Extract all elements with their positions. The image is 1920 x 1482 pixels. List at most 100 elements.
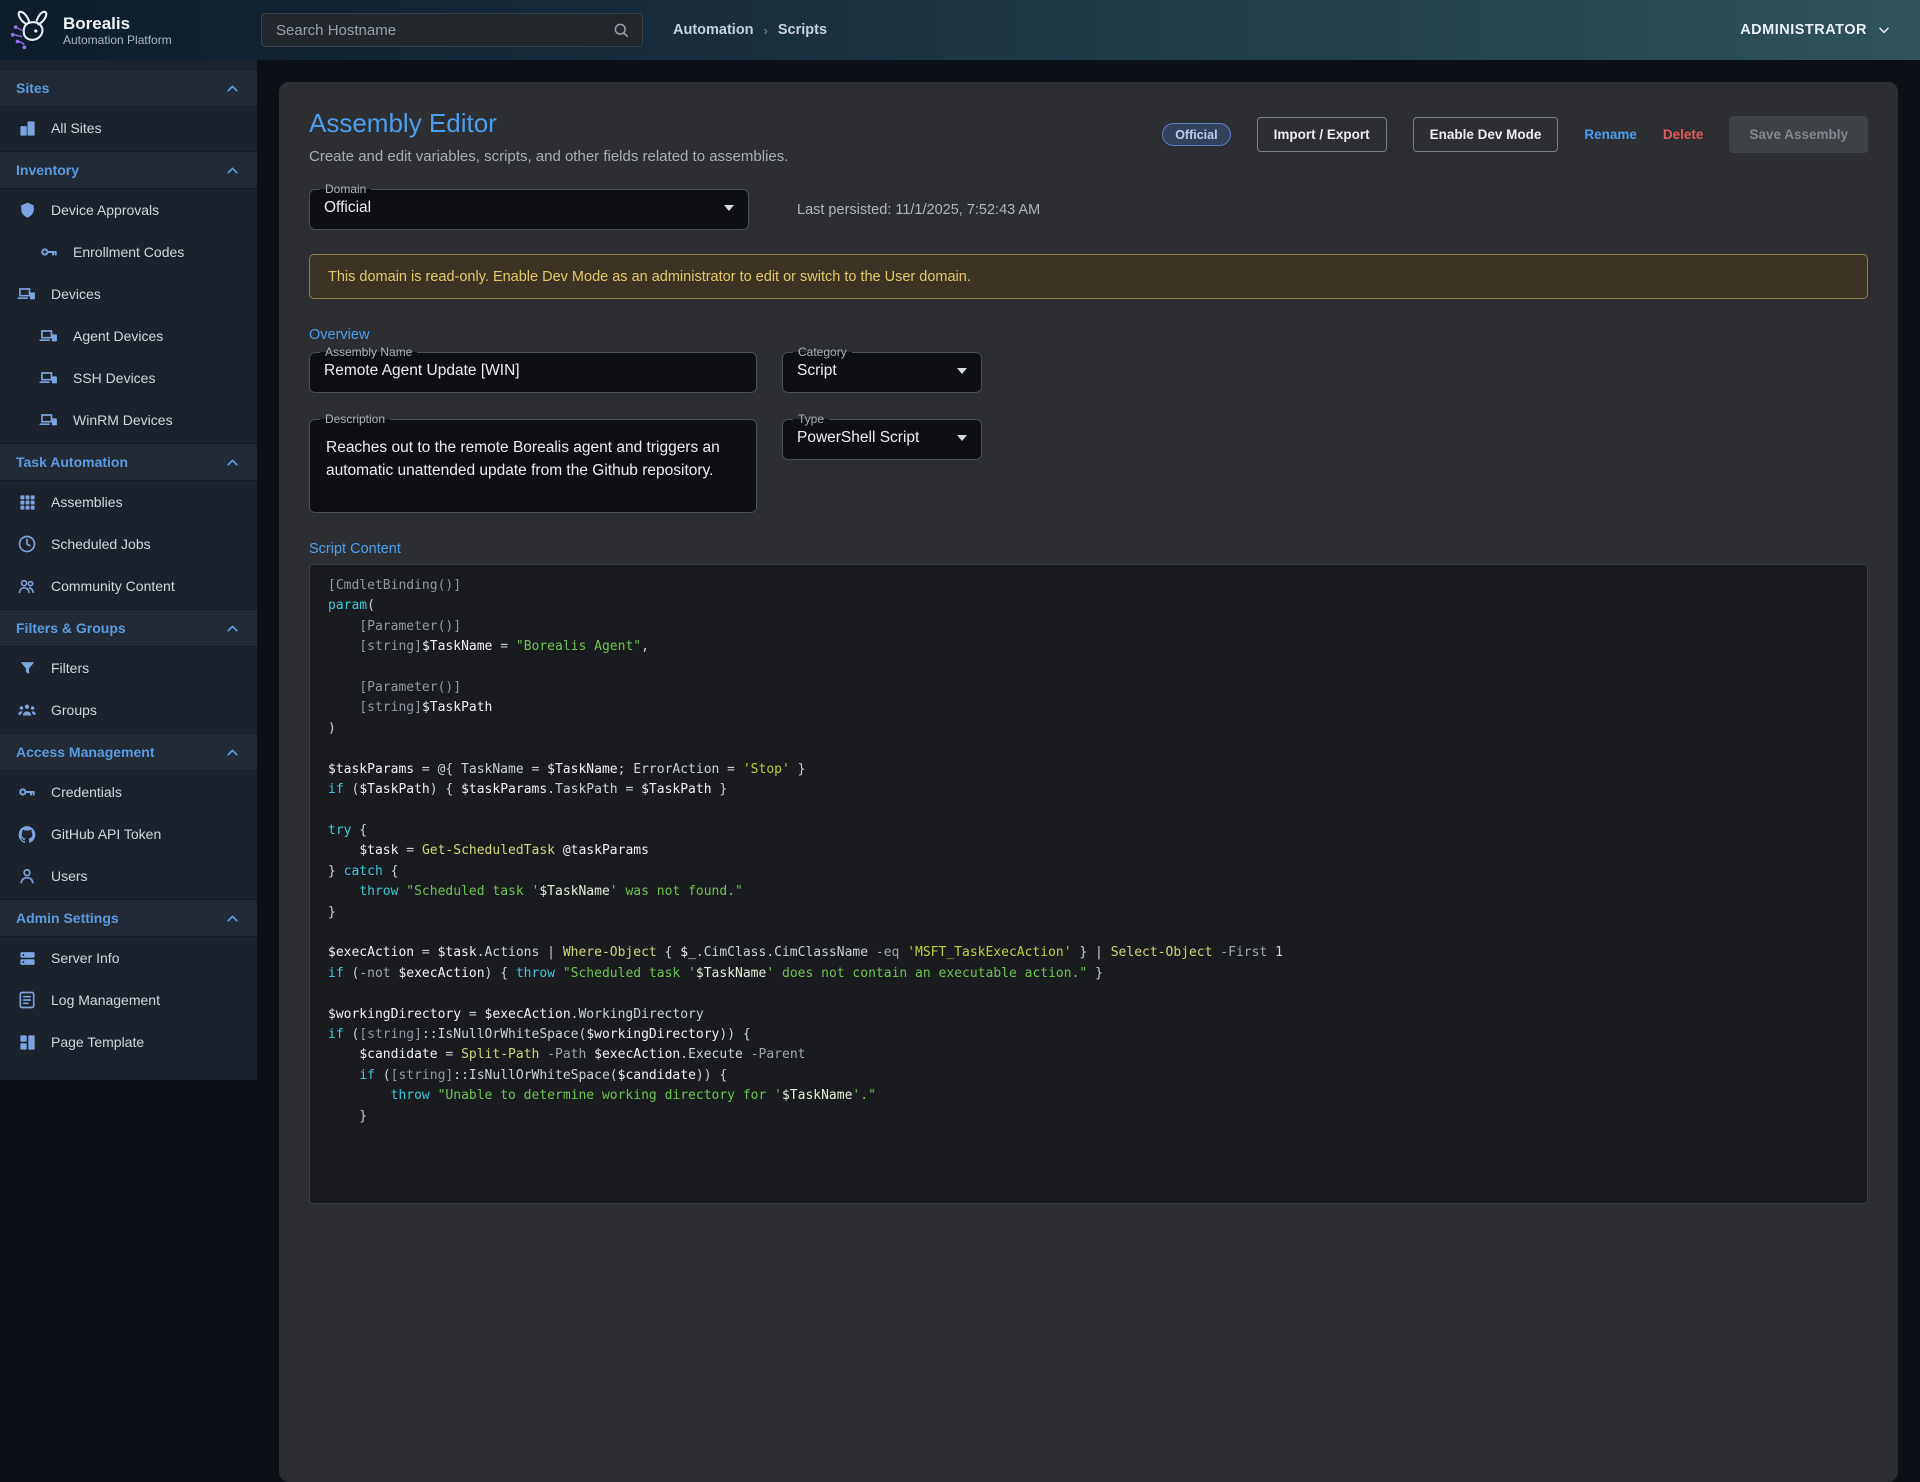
sidebar-item-label: Agent Devices: [73, 328, 163, 344]
code-line: [328, 923, 1849, 943]
overview-section-label: Overview: [309, 327, 1868, 343]
code-line: }: [328, 1107, 1849, 1127]
chevron-up-icon: [224, 162, 241, 179]
sidebar-section-label: Task Automation: [16, 454, 128, 470]
sidebar-section-label: Filters & Groups: [16, 620, 126, 636]
last-persisted-text: Last persisted: 11/1/2025, 7:52:43 AM: [797, 202, 1040, 218]
hostname-search[interactable]: [261, 13, 643, 47]
search-icon: [612, 21, 630, 39]
sidebar-section-admin-settings[interactable]: Admin Settings: [0, 899, 257, 937]
sidebar-item-device-approvals[interactable]: Device Approvals: [0, 189, 257, 231]
delete-button[interactable]: Delete: [1663, 127, 1704, 142]
sidebar-item-devices[interactable]: Devices: [0, 273, 257, 315]
borealis-logo[interactable]: Borealis Automation Platform: [0, 7, 257, 53]
sidebar-section-label: Inventory: [16, 162, 79, 178]
template-icon: [17, 1032, 37, 1052]
server-icon: [17, 948, 37, 968]
devices-icon: [39, 368, 59, 388]
sidebar-item-label: Log Management: [51, 992, 160, 1008]
assembly-editor-panel: Assembly Editor Create and edit variable…: [279, 82, 1898, 1482]
devices-icon: [39, 410, 59, 430]
sidebar-item-groups[interactable]: Groups: [0, 689, 257, 731]
sidebar-item-credentials[interactable]: Credentials: [0, 771, 257, 813]
sidebar-section-task-automation[interactable]: Task Automation: [0, 443, 257, 481]
dropdown-caret-icon: [724, 205, 734, 211]
sidebar-section-sites[interactable]: Sites: [0, 69, 257, 107]
search-input[interactable]: [274, 21, 612, 40]
user-menu[interactable]: ADMINISTRATOR: [1740, 22, 1892, 38]
sidebar-item-label: Page Template: [51, 1034, 144, 1050]
sidebar-item-filters[interactable]: Filters: [0, 647, 257, 689]
code-line: [Parameter()]: [328, 617, 1849, 637]
sidebar-item-page-template[interactable]: Page Template: [0, 1021, 257, 1063]
sidebar-item-assemblies[interactable]: Assemblies: [0, 481, 257, 523]
sidebar-item-github-api-token[interactable]: GitHub API Token: [0, 813, 257, 855]
code-line: if (-not $execAction) { throw "Scheduled…: [328, 964, 1849, 984]
code-line: [string]$TaskName = "Borealis Agent",: [328, 637, 1849, 657]
chevron-up-icon: [224, 910, 241, 927]
code-line: param(: [328, 596, 1849, 616]
domain-select[interactable]: Domain Official: [309, 183, 749, 230]
shield-icon: [17, 200, 37, 220]
groups-icon: [17, 700, 37, 720]
script-section-label: Script Content: [309, 541, 1868, 557]
chevron-down-icon: [1876, 22, 1892, 38]
assembly-name-value: Remote Agent Update [WIN]: [324, 362, 520, 380]
sidebar-item-scheduled-jobs[interactable]: Scheduled Jobs: [0, 523, 257, 565]
sidebar-section-filters-groups[interactable]: Filters & Groups: [0, 609, 257, 647]
building-icon: [17, 118, 37, 138]
sidebar-item-community-content[interactable]: Community Content: [0, 565, 257, 607]
sidebar-item-label: All Sites: [51, 120, 102, 136]
sidebar-section-inventory[interactable]: Inventory: [0, 151, 257, 189]
dropdown-caret-icon: [957, 435, 967, 441]
chevron-up-icon: [224, 620, 241, 637]
assembly-name-field[interactable]: Assembly Name Remote Agent Update [WIN]: [309, 346, 757, 393]
sidebar-item-label: Community Content: [51, 578, 175, 594]
type-select[interactable]: Type PowerShell Script: [782, 413, 982, 460]
description-value: Reaches out to the remote Borealis agent…: [310, 426, 756, 497]
breadcrumb-scripts[interactable]: Scripts: [778, 22, 827, 38]
save-assembly-button[interactable]: Save Assembly: [1729, 116, 1868, 153]
sidebar-item-all-sites[interactable]: All Sites: [0, 107, 257, 149]
import-export-button[interactable]: Import / Export: [1257, 117, 1387, 152]
category-select-label: Category: [793, 346, 852, 359]
sidebar-item-enrollment-codes[interactable]: Enrollment Codes: [0, 231, 257, 273]
code-line: $taskParams = @{ TaskName = $TaskName; E…: [328, 760, 1849, 780]
sidebar-item-agent-devices[interactable]: Agent Devices: [0, 315, 257, 357]
chevron-up-icon: [224, 80, 241, 97]
type-select-value: PowerShell Script: [797, 429, 919, 447]
code-line: $workingDirectory = $execAction.WorkingD…: [328, 1005, 1849, 1025]
assembly-name-label: Assembly Name: [320, 346, 417, 359]
code-line: $task = Get-ScheduledTask @taskParams: [328, 841, 1849, 861]
rabbit-logo-icon: [8, 7, 54, 53]
devices-icon: [39, 326, 59, 346]
breadcrumb-automation[interactable]: Automation: [673, 22, 754, 38]
sidebar-item-label: GitHub API Token: [51, 826, 161, 842]
read-only-warning: This domain is read-only. Enable Dev Mod…: [309, 254, 1868, 299]
page-subtitle: Create and edit variables, scripts, and …: [309, 148, 788, 165]
code-line: [328, 658, 1849, 678]
code-line: if ($TaskPath) { $taskParams.TaskPath = …: [328, 780, 1849, 800]
enable-dev-mode-button[interactable]: Enable Dev Mode: [1413, 117, 1559, 152]
grid-icon: [17, 492, 37, 512]
sidebar-item-users[interactable]: Users: [0, 855, 257, 897]
domain-select-value: Official: [324, 199, 371, 217]
description-field[interactable]: Description Reaches out to the remote Bo…: [309, 413, 757, 513]
devices-icon: [17, 284, 37, 304]
category-select[interactable]: Category Script: [782, 346, 982, 393]
sidebar-item-label: Enrollment Codes: [73, 244, 184, 260]
code-line: ): [328, 719, 1849, 739]
sidebar-item-server-info[interactable]: Server Info: [0, 937, 257, 979]
key-icon: [17, 782, 37, 802]
code-line: throw "Scheduled task '$TaskName' was no…: [328, 882, 1849, 902]
sidebar-section-label: Admin Settings: [16, 910, 119, 926]
sidebar-section-access-management[interactable]: Access Management: [0, 733, 257, 771]
script-editor[interactable]: [CmdletBinding()]param( [Parameter()] [s…: [309, 564, 1868, 1204]
sidebar-item-label: Groups: [51, 702, 97, 718]
sidebar-item-label: Filters: [51, 660, 89, 676]
code-line: [string]$TaskPath: [328, 698, 1849, 718]
sidebar-item-ssh-devices[interactable]: SSH Devices: [0, 357, 257, 399]
sidebar-item-log-management[interactable]: Log Management: [0, 979, 257, 1021]
rename-button[interactable]: Rename: [1584, 127, 1637, 142]
sidebar-item-winrm-devices[interactable]: WinRM Devices: [0, 399, 257, 441]
